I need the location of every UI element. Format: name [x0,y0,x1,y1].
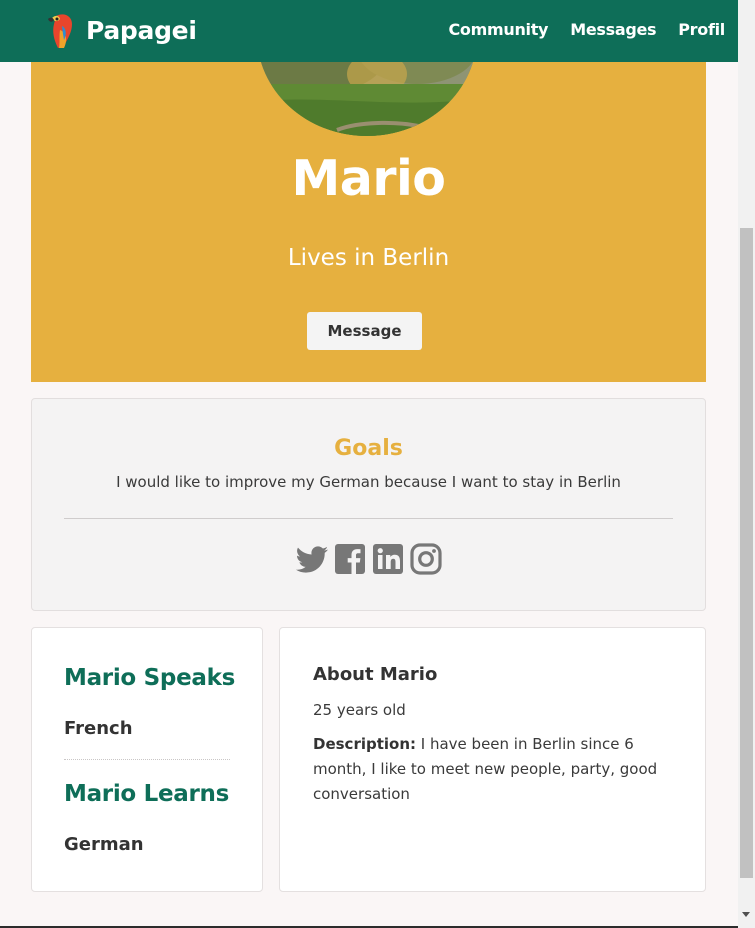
top-navbar: Papagei Community Messages Profil [0,0,738,62]
goals-title: Goals [334,436,403,461]
facebook-icon[interactable] [333,542,367,576]
goals-divider [64,518,673,519]
about-age: 25 years old [313,701,406,719]
brand[interactable]: Papagei [42,10,197,50]
profile-name: Mario [291,150,446,207]
languages-card: Mario Speaks French Mario Learns German [31,627,263,892]
about-card: About Mario 25 years old Description: I … [279,627,706,892]
about-description: Description: I have been in Berlin since… [313,732,683,807]
languages-divider [64,759,230,760]
nav-link-profil[interactable]: Profil [678,20,725,39]
instagram-icon[interactable] [409,542,443,576]
nav-links: Community Messages Profil [426,20,725,39]
profile-location: Lives in Berlin [287,245,450,271]
parrot-logo-icon [48,14,72,49]
nav-link-community[interactable]: Community [448,20,548,39]
learns-heading: Mario Learns [64,781,230,807]
twitter-icon[interactable] [295,542,329,576]
scrollbar-thumb[interactable] [740,228,753,878]
speaks-heading: Mario Speaks [64,665,235,691]
profile-hero: Mario Lives in Berlin Message [31,0,706,382]
learns-value: German [64,834,144,855]
scroll-down-arrow-icon[interactable] [742,912,750,917]
speaks-value: French [64,718,133,739]
message-button[interactable]: Message [307,312,422,350]
goals-card: Goals I would like to improve my German … [31,398,706,611]
brand-name: Papagei [86,15,197,45]
about-title: About Mario [313,664,438,685]
linkedin-icon[interactable] [371,542,405,576]
social-links [295,542,447,576]
description-label: Description: [313,735,417,753]
goals-text: I would like to improve my German becaus… [116,473,621,491]
nav-link-messages[interactable]: Messages [570,20,656,39]
